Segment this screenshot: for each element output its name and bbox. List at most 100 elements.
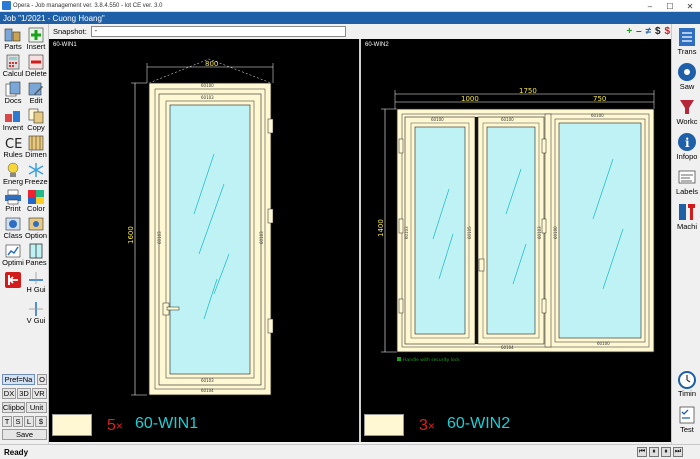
parts-button[interactable]: Parts <box>1 26 25 52</box>
option-label: Option <box>24 231 48 240</box>
ce-rules-icon: CE <box>3 135 23 151</box>
width-dimension: 800 <box>205 60 218 68</box>
snapshot-select[interactable]: - <box>90 26 347 37</box>
status-text: Ready <box>4 447 29 457</box>
app-icon <box>2 1 11 10</box>
last-button[interactable]: ⏭ <box>673 447 683 457</box>
saw-label: Saw <box>679 82 695 91</box>
timin-button[interactable]: Timin <box>674 368 700 402</box>
trans-label: Trans <box>677 47 697 56</box>
energ-button[interactable]: Energ <box>1 161 25 187</box>
test-icon <box>677 404 697 426</box>
copy-button[interactable]: Copy <box>24 107 48 133</box>
workc-button[interactable]: Workc <box>674 96 700 130</box>
horizontal-guide-icon <box>26 270 46 286</box>
svg-text:60103: 60103 <box>201 378 214 383</box>
window-panel-2[interactable]: 60-WIN2 1750 1000 750 1400 60100 60100 6… <box>361 39 671 442</box>
parts-icon <box>3 27 23 43</box>
l-button[interactable]: L <box>24 416 34 427</box>
preference-button[interactable]: Pref=Na <box>2 374 35 385</box>
insert-button[interactable]: Insert <box>24 26 48 52</box>
delete-button[interactable]: Delete <box>24 53 48 79</box>
color-label: Color <box>27 204 45 213</box>
svg-text:60103: 60103 <box>157 231 162 244</box>
option-button[interactable]: Option <box>24 215 48 241</box>
test-button[interactable]: Test <box>674 404 700 438</box>
dimen-button[interactable]: Dimen <box>24 134 48 160</box>
print-label: Print <box>5 204 21 213</box>
optimi-button[interactable]: Optimi <box>1 242 25 268</box>
dimen-label: Dimen <box>25 150 47 159</box>
svg-text:i: i <box>685 136 690 150</box>
rules-button[interactable]: CE Rules <box>1 134 25 160</box>
print-button[interactable]: Print <box>1 188 25 214</box>
delete-icon <box>26 54 46 70</box>
freeze-button[interactable]: Freeze <box>24 161 48 187</box>
workcenter-icon <box>677 96 697 118</box>
machi-button[interactable]: Machi <box>674 201 700 235</box>
window-drawing-2[interactable]: 1750 1000 750 1400 60100 60100 60100 601… <box>361 39 671 442</box>
svg-text:60103: 60103 <box>404 226 409 239</box>
snapshot-add-button[interactable]: + <box>626 26 633 37</box>
parts-label: Parts <box>4 42 22 51</box>
svg-text:60100: 60100 <box>431 117 444 122</box>
close-button[interactable]: ✕ <box>680 0 700 12</box>
snapshot-price-button[interactable]: $ <box>654 26 661 37</box>
svg-text:60103: 60103 <box>201 95 214 100</box>
pause-button[interactable]: ⏸ <box>649 447 659 457</box>
first-button[interactable]: ⏮ <box>637 447 647 457</box>
class-button[interactable]: Class <box>1 215 25 241</box>
svg-text:CE: CE <box>5 137 22 151</box>
drawing-canvas[interactable]: 60-WIN1 800 1600 60100 60103 60103 60104… <box>49 39 671 442</box>
handle-note: Handle with security lock <box>403 357 460 363</box>
t-button[interactable]: T <box>2 416 12 427</box>
saw-button[interactable]: Saw <box>674 61 700 95</box>
exit-button[interactable] <box>1 269 25 301</box>
docs-icon <box>3 81 23 97</box>
svg-text:60100: 60100 <box>201 83 214 88</box>
save-button[interactable]: Save <box>2 429 47 440</box>
color-swatch[interactable] <box>364 414 404 436</box>
docs-label: Docs <box>4 96 22 105</box>
right-toolbar: Trans Saw Workc i Infopo Labels Machi Ti… <box>671 24 700 444</box>
snapshot-price-alt-button[interactable]: $ <box>664 26 671 37</box>
window-name: 60-WIN1 <box>135 415 199 432</box>
unit-button[interactable]: Unit <box>26 402 47 413</box>
v-gui-label: V Gui <box>26 316 46 325</box>
calcul-button[interactable]: Calcul <box>1 53 25 79</box>
quantity-label: 5× <box>107 417 123 434</box>
color-swatch[interactable] <box>52 414 92 436</box>
window-panel-1[interactable]: 60-WIN1 800 1600 60100 60103 60103 60104… <box>49 39 359 442</box>
printer-icon <box>3 189 23 205</box>
maximize-button[interactable]: ☐ <box>660 0 680 12</box>
left-width-dimension: 1000 <box>461 95 479 103</box>
s-button[interactable]: S <box>13 416 23 427</box>
svg-text:60100: 60100 <box>501 117 514 122</box>
transfer-icon <box>677 26 697 48</box>
o-button[interactable]: O <box>37 374 47 385</box>
invent-button[interactable]: Invent <box>1 107 25 133</box>
h-gui-button[interactable]: H Gui <box>24 269 48 295</box>
color-icon <box>26 189 46 205</box>
trans-button[interactable]: Trans <box>674 26 700 60</box>
dx-button[interactable]: DX <box>2 388 16 399</box>
invent-label: Invent <box>2 123 24 132</box>
minimize-button[interactable]: – <box>640 0 660 12</box>
v-gui-button[interactable]: V Gui <box>24 300 48 326</box>
pause-alt-button[interactable]: ⏸ <box>661 447 671 457</box>
snapshot-compare-button[interactable]: ≠ <box>645 26 652 37</box>
vr-button[interactable]: VR <box>32 388 47 399</box>
color-button[interactable]: Color <box>24 188 48 214</box>
infopo-button[interactable]: i Infopo <box>674 131 700 165</box>
snapshot-remove-button[interactable]: – <box>635 26 642 37</box>
dollar-button[interactable]: $ <box>35 416 47 427</box>
docs-button[interactable]: Docs <box>1 80 25 106</box>
copy-label: Copy <box>27 123 45 132</box>
saw-blade-icon <box>677 61 697 83</box>
edit-button[interactable]: Edit <box>24 80 48 106</box>
window-drawing-1[interactable]: 800 1600 60100 60103 60103 60104 60103 6… <box>49 39 359 442</box>
panes-button[interactable]: Panes <box>24 242 48 268</box>
clipboard-button[interactable]: Clipbo <box>2 402 25 413</box>
labels-button[interactable]: Labels <box>674 166 700 200</box>
3d-button[interactable]: 3D <box>17 388 31 399</box>
